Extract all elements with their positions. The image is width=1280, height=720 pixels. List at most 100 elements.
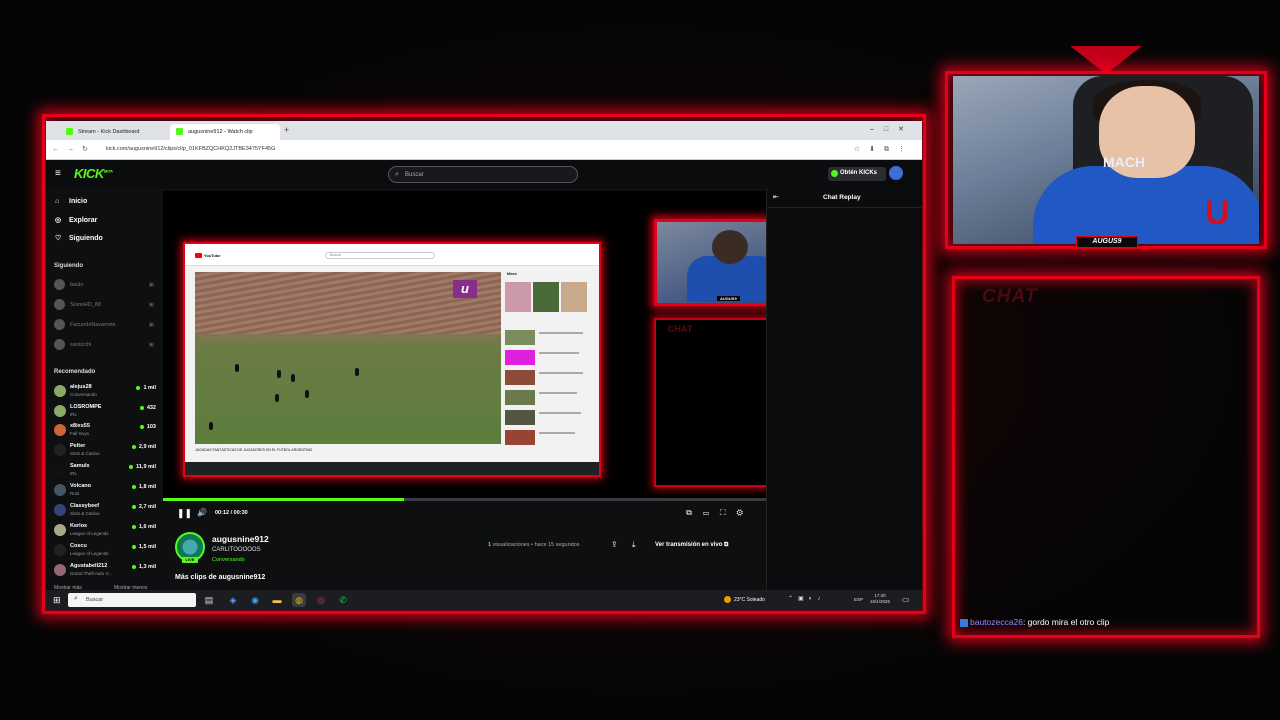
recommended-item[interactable]: Classybeef Slots & Casino 2,7 mil (54, 502, 156, 520)
following-heading: Siguiendo (54, 263, 83, 269)
search-icon: ⌕ (395, 171, 399, 178)
new-tab-button[interactable]: + (284, 125, 289, 135)
inner-chat-label: CHAT (668, 324, 693, 334)
language-indicator[interactable]: ESP (854, 597, 863, 602)
recommended-item[interactable]: alejus28 Conversando 1 mil (54, 383, 156, 401)
stream-title: CARLITOOOOOS (212, 547, 261, 553)
channel-name: LOSROMPE (70, 404, 102, 410)
heart-icon: ♡ (55, 235, 62, 242)
player-right-controls[interactable]: ⧉▭⛶⚙ (686, 508, 754, 518)
clip-video[interactable]: YouTube Buscar u JUGADAS FANTÁSTICAS DE … (163, 191, 766, 498)
youtube-recommendations (505, 270, 593, 450)
football-player (277, 370, 281, 378)
avatar (54, 444, 66, 456)
channel-name: FacundoNavarrete (70, 322, 116, 328)
progress-bar[interactable] (163, 498, 766, 501)
channel-name: Kerlos (70, 523, 88, 529)
kicks-coin-icon (831, 170, 838, 177)
weather-widget[interactable]: 23°C Soleado (724, 596, 765, 603)
recommended-item[interactable]: Coscu League of Legends 1,5 mil (54, 542, 156, 560)
nav-label: Siguiendo (69, 235, 103, 242)
taskbar-clock[interactable]: 17:40 16/1/2026 (870, 593, 890, 605)
football-video: u (195, 272, 501, 444)
nav-home[interactable]: ⌂ Inicio (55, 198, 87, 205)
whatsapp-icon[interactable]: ✆ (336, 593, 350, 607)
channel-name: alejus28 (70, 384, 92, 390)
recommended-item[interactable]: Volcano Rust 1,8 mil (54, 482, 156, 500)
search-input[interactable]: ⌕ Buscar (388, 166, 578, 183)
channel-category: League of Legends (70, 531, 109, 536)
channel-name: baulo (70, 282, 84, 288)
title-line (539, 392, 577, 394)
url-field[interactable]: kick.com/augusnine912/clips/clip_01KFBZQ… (106, 144, 786, 156)
football-player (291, 374, 295, 382)
tab-kick-dashboard[interactable]: Stream - Kick Dashboard (60, 124, 166, 140)
following-item[interactable]: SoinsHD_88 ▣ (54, 299, 154, 311)
copilot-icon[interactable]: ◈ (226, 593, 240, 607)
thumbnail (505, 350, 535, 365)
avatar (54, 299, 65, 310)
notifications-icon[interactable]: ▭ (902, 595, 910, 604)
address-bar: ←→↻ kick.com/augusnine912/clips/clip_01K… (46, 140, 922, 160)
chat-message: bautozecca26: gordo mira el otro clip (960, 617, 1109, 627)
window-controls[interactable]: ‒□✕ (870, 125, 914, 133)
get-kicks-button[interactable]: Obtén KICKs (828, 167, 886, 181)
obs-icon[interactable]: ◎ (314, 593, 328, 607)
system-tray-icons[interactable]: ⌃▣◐♪ (788, 595, 825, 602)
weather-text: 23°C Soleado (734, 596, 765, 603)
stream-category[interactable]: Conversando (212, 557, 245, 563)
time-display: 00:12 / 00:30 (215, 510, 248, 516)
avatar (54, 385, 66, 397)
collapse-chat-icon[interactable]: ⇤ (773, 193, 779, 201)
avatar (54, 564, 66, 576)
recommended-item[interactable]: x8ixs55 Fall Guys 103 (54, 422, 156, 440)
head (712, 230, 748, 264)
viewer-count: 1,6 mil (132, 524, 156, 530)
title-line (539, 352, 579, 354)
browser-toolbar-icons[interactable]: ☆⬇⧉⋮ (854, 145, 914, 154)
recommended-item[interactable]: Kerlos League of Legends 1,6 mil (54, 522, 156, 540)
following-item[interactable]: santicchi ▣ (54, 339, 154, 351)
chrome-icon[interactable]: ◍ (292, 593, 306, 607)
taskbar-search[interactable]: ⌕ Buscar (68, 593, 196, 607)
pause-icon[interactable]: ❚❚ (177, 508, 192, 519)
share-icon[interactable]: ⇪ (611, 540, 618, 549)
channel-category: Slots & Casino (70, 511, 100, 516)
tab-watch-clip[interactable]: augusnine912 - Watch clip (170, 124, 280, 140)
nav-following[interactable]: ♡ Siguiendo (55, 234, 103, 242)
thumbnail (505, 282, 531, 312)
chat-username: bautozecca26 (970, 617, 1023, 627)
offline-icon: ▣ (148, 342, 154, 348)
recommended-item[interactable]: Samulx IRL 11,9 mil (54, 462, 156, 480)
badge-icon (960, 618, 968, 627)
recommended-item[interactable]: Pelter Slots & Casino 2,9 mil (54, 442, 156, 460)
file-explorer-icon[interactable]: ▬ (270, 593, 284, 607)
following-item[interactable]: FacundoNavarrete ▣ (54, 319, 154, 331)
avatar (54, 319, 65, 330)
user-avatar[interactable] (889, 166, 903, 180)
kick-logo[interactable]: KICKBETA (74, 166, 113, 181)
more-clips-heading: Más clips de augusnine912 (175, 574, 266, 581)
avatar (54, 484, 66, 496)
following-item[interactable]: baulo ▣ (54, 279, 154, 291)
nav-explore[interactable]: ◎ Explorar (55, 216, 97, 224)
viewer-count: 2,9 mil (132, 444, 156, 450)
avatar (54, 504, 66, 516)
avatar (54, 279, 65, 290)
channel-name: Coscu (70, 543, 87, 549)
watch-live-button[interactable]: Ver transmisión en vivo ⧉ (649, 540, 734, 554)
menu-icon[interactable]: ≡ (55, 168, 61, 179)
clock-date: 16/1/2026 (870, 599, 891, 604)
frame-ornament (1070, 46, 1142, 74)
windows-start-icon[interactable]: ⊞ (53, 595, 61, 606)
channel-name[interactable]: augusnine912 (212, 534, 269, 544)
nav-buttons[interactable]: ←→↻ (52, 145, 96, 153)
views-count: 1 (488, 542, 492, 548)
task-view-icon[interactable]: ▤ (202, 593, 216, 607)
edge-icon[interactable]: ◉ (248, 593, 262, 607)
recommended-item[interactable]: Agustabell212 Grand Theft Auto V... 1,3 mi… (54, 562, 156, 580)
download-icon[interactable]: ⤓ (632, 540, 636, 550)
recommended-item[interactable]: LOSROMPE IRL 432 (54, 403, 156, 421)
channel-name: Volcano (70, 483, 91, 489)
volume-icon[interactable]: 🔊 (197, 508, 207, 517)
